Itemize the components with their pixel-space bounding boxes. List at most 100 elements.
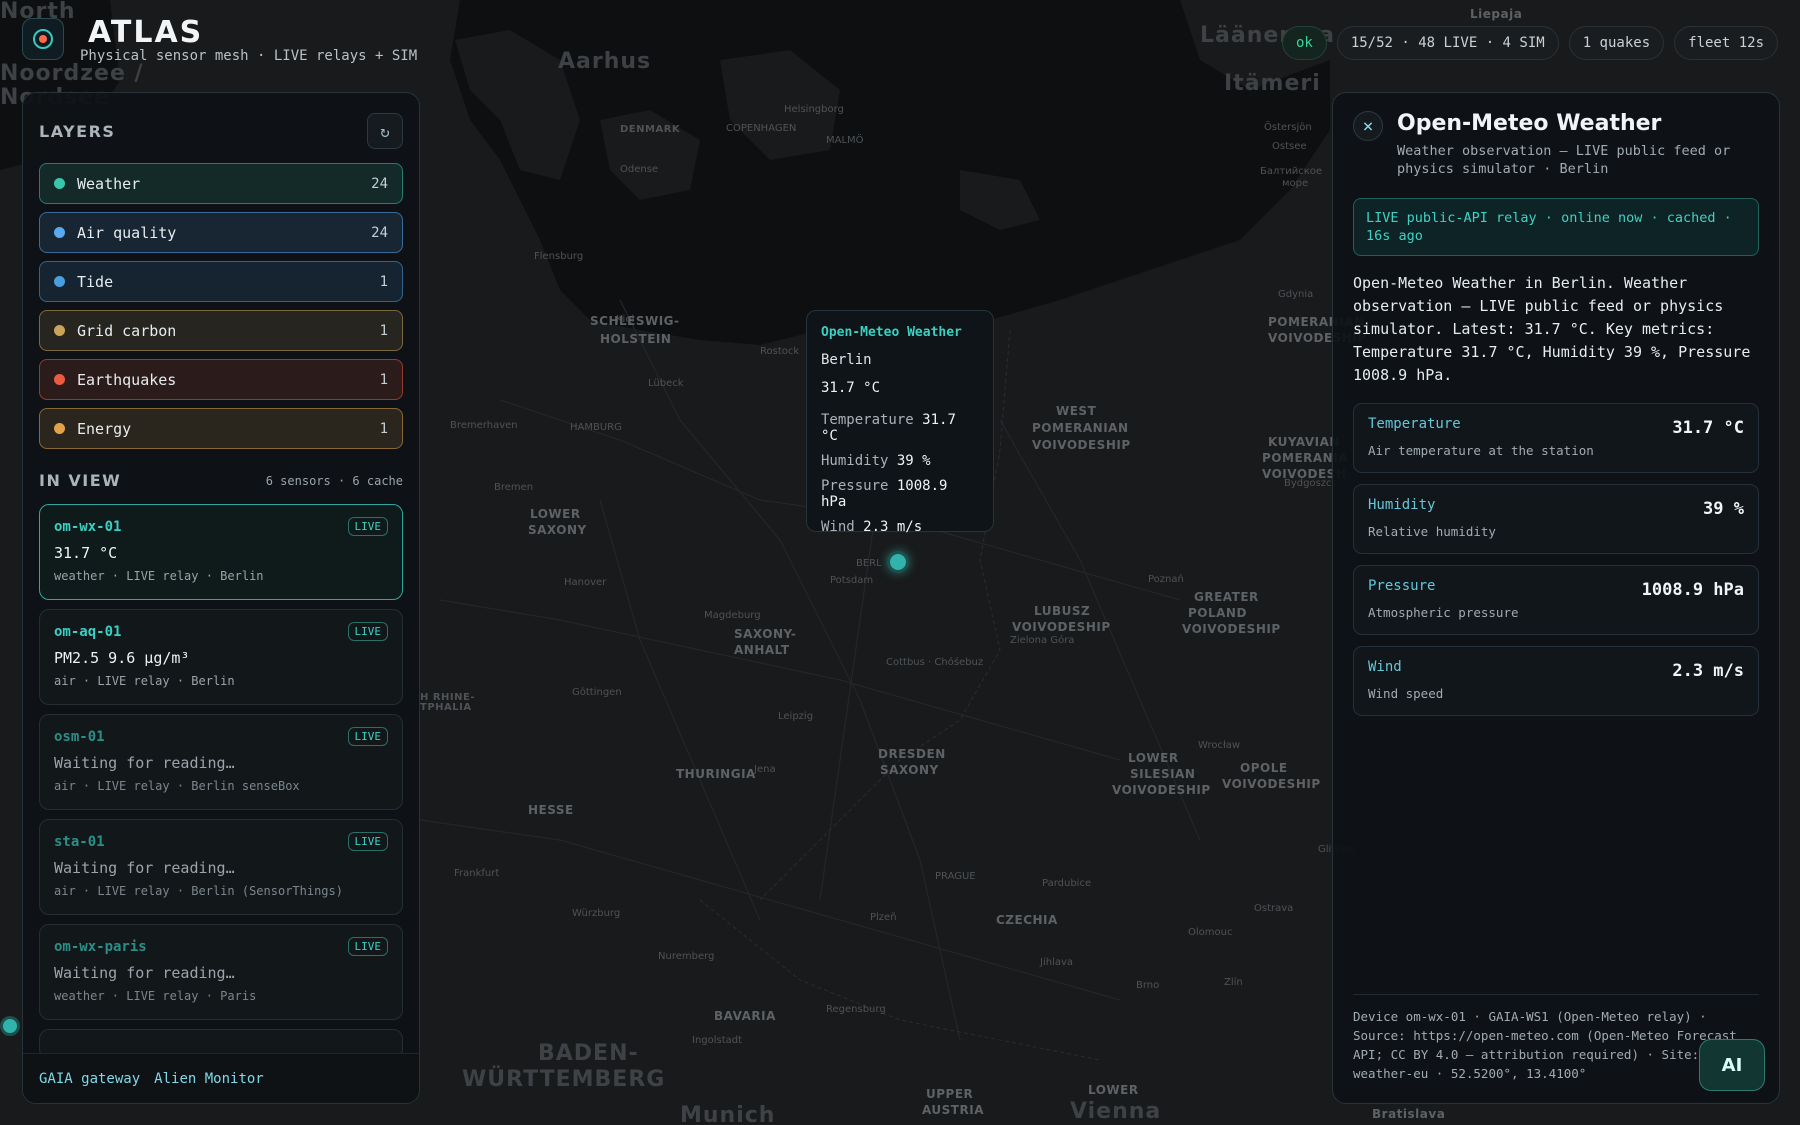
popup-row: Temperature 31.7 °C xyxy=(821,412,979,444)
in-view-meta: 6 sensors · 6 cache xyxy=(265,473,403,488)
status-ok-chip[interactable]: ok xyxy=(1281,26,1327,60)
fleet-chip[interactable]: fleet 12s xyxy=(1674,26,1778,60)
layer-toggle-weather[interactable]: Weather 24 xyxy=(39,163,403,204)
svg-text:KUYAVIAN: KUYAVIAN xyxy=(1268,435,1340,449)
svg-text:AUSTRIA: AUSTRIA xyxy=(922,1103,984,1117)
quakes-chip[interactable]: 1 quakes xyxy=(1568,26,1665,60)
layer-name: Earthquakes xyxy=(77,370,177,389)
svg-text:Plzeň: Plzeň xyxy=(870,911,897,923)
close-icon[interactable]: × xyxy=(1353,111,1383,141)
svg-text:TPHALIA: TPHALIA xyxy=(420,702,472,713)
svg-text:LOWER: LOWER xyxy=(1088,1083,1139,1097)
layer-toggle-energy[interactable]: Energy 1 xyxy=(39,408,403,449)
layer-toggle-grid-carbon[interactable]: Grid carbon 1 xyxy=(39,310,403,351)
sensor-reading: Waiting for reading… xyxy=(54,964,235,982)
app-subtitle: Physical sensor mesh · LIVE relays + SIM xyxy=(80,48,418,64)
svg-text:WÜRTTEMBERG: WÜRTTEMBERG xyxy=(462,1066,665,1092)
popup-row-label: Humidity xyxy=(821,453,889,469)
metric-value: 1008.9 hPa xyxy=(1641,580,1744,600)
svg-text:Noordzee /: Noordzee / xyxy=(0,61,144,86)
atlas-logo-icon[interactable] xyxy=(22,18,64,60)
sensor-card-osm-01[interactable]: osm-01 LIVE Waiting for reading… air · LIVE… xyxy=(39,714,403,810)
metric-description: Wind speed xyxy=(1368,686,1444,701)
svg-text:море: море xyxy=(1282,178,1308,189)
sensor-card-om-wx-paris[interactable]: om-wx-paris LIVE Waiting for reading… weath… xyxy=(39,924,403,1020)
svg-text:DENMARK: DENMARK xyxy=(620,124,681,135)
app-title: ATLAS xyxy=(88,15,204,50)
svg-text:Liepaja: Liepaja xyxy=(1470,7,1522,21)
layers-title: LAYERS xyxy=(39,121,116,141)
layer-color-dot xyxy=(54,423,65,434)
svg-text:Munich: Munich xyxy=(680,1103,775,1125)
svg-text:Bratislava: Bratislava xyxy=(1372,1107,1445,1121)
svg-text:VOIVODESHIP: VOIVODESHIP xyxy=(1222,777,1321,791)
svg-text:Odense: Odense xyxy=(620,164,658,175)
svg-text:HESSE: HESSE xyxy=(528,803,574,817)
layer-toggle-earthquakes[interactable]: Earthquakes 1 xyxy=(39,359,403,400)
metric-value: 2.3 m/s xyxy=(1672,661,1744,681)
layer-color-dot xyxy=(54,374,65,385)
svg-text:Ingolstadt: Ingolstadt xyxy=(692,1035,742,1046)
layer-color-dot xyxy=(54,178,65,189)
alien-monitor-link[interactable]: Alien Monitor xyxy=(154,1071,264,1087)
layer-count: 1 xyxy=(379,273,388,290)
svg-text:Helsingborg: Helsingborg xyxy=(784,104,844,115)
sensor-meta: air · LIVE relay · Berlin xyxy=(54,674,235,688)
layer-toggle-tide[interactable]: Tide 1 xyxy=(39,261,403,302)
sensor-card-om-wx-01[interactable]: om-wx-01 LIVE 31.7 °C weather · LIVE relay … xyxy=(39,504,403,600)
svg-text:LUBUSZ: LUBUSZ xyxy=(1034,604,1090,618)
svg-text:SAXONY-: SAXONY- xyxy=(734,627,796,641)
svg-text:CZECHIA: CZECHIA xyxy=(996,913,1058,927)
svg-text:Würzburg: Würzburg xyxy=(572,908,620,919)
metric-description: Air temperature at the station xyxy=(1368,443,1594,458)
layer-count: 1 xyxy=(379,420,388,437)
svg-text:Brno: Brno xyxy=(1136,980,1159,991)
sensor-reading: Waiting for reading… xyxy=(54,754,235,772)
svg-text:SILESIAN: SILESIAN xyxy=(1130,767,1195,781)
svg-text:Vienna: Vienna xyxy=(1070,1099,1161,1124)
svg-text:BERL: BERL xyxy=(856,558,882,569)
layer-color-dot xyxy=(54,325,65,336)
sensor-reading: Waiting for reading… xyxy=(54,859,235,877)
sensor-marker-om-wx-01[interactable] xyxy=(887,551,909,573)
sensor-card-list[interactable]: om-wx-01 LIVE 31.7 °C weather · LIVE relay … xyxy=(39,504,403,1059)
svg-text:Poznań: Poznań xyxy=(1148,573,1184,585)
svg-text:Nuremberg: Nuremberg xyxy=(658,951,714,962)
metric-description: Atmospheric pressure xyxy=(1368,605,1519,620)
svg-text:SAXONY: SAXONY xyxy=(528,523,587,537)
layer-toggle-air-quality[interactable]: Air quality 24 xyxy=(39,212,403,253)
refresh-icon[interactable]: ↻ xyxy=(367,113,403,149)
detail-description: Open-Meteo Weather in Berlin. Weather ob… xyxy=(1353,274,1751,384)
svg-text:Cottbus · Chóśebuz: Cottbus · Chóśebuz xyxy=(886,656,983,668)
layer-name: Energy xyxy=(77,419,132,438)
layer-color-dot xyxy=(54,227,65,238)
svg-text:Frankfurt: Frankfurt xyxy=(454,868,499,879)
svg-text:WEST: WEST xyxy=(1056,404,1097,418)
svg-text:Gdynia: Gdynia xyxy=(1278,289,1313,300)
gaia-gateway-link[interactable]: GAIA gateway xyxy=(39,1071,140,1087)
sensor-reading: 31.7 °C xyxy=(54,544,118,562)
svg-text:Bremerhaven: Bremerhaven xyxy=(450,420,518,431)
svg-text:HAMBURG: HAMBURG xyxy=(570,422,622,433)
svg-text:THURINGIA: THURINGIA xyxy=(676,767,756,781)
svg-text:POMERANIAN: POMERANIAN xyxy=(1032,421,1129,435)
metric-name: Humidity xyxy=(1368,497,1436,513)
sensor-id: om-aq-01 xyxy=(54,623,122,640)
svg-text:SAXONY: SAXONY xyxy=(880,763,939,777)
sensor-card-om-aq-01[interactable]: om-aq-01 LIVE PM2.5 9.6 µg/m³ air · LIVE re… xyxy=(39,609,403,705)
svg-text:Jena: Jena xyxy=(753,764,776,775)
svg-text:Olomouc: Olomouc xyxy=(1188,927,1232,938)
ai-assistant-button[interactable]: AI xyxy=(1699,1039,1765,1091)
svg-text:LOWER: LOWER xyxy=(1128,751,1179,765)
popup-city: Berlin xyxy=(821,352,872,368)
svg-text:DRESDEN: DRESDEN xyxy=(878,747,946,761)
svg-text:Zlín: Zlín xyxy=(1224,976,1243,988)
sensor-marker-edge[interactable] xyxy=(0,1016,20,1036)
sensor-count-chip[interactable]: 15/52 · 48 LIVE · 4 SIM xyxy=(1336,26,1559,60)
svg-text:Ostrava: Ostrava xyxy=(1254,903,1293,914)
svg-text:Pardubice: Pardubice xyxy=(1042,878,1091,889)
metric-value: 39 % xyxy=(1703,499,1744,519)
popup-row-label: Temperature xyxy=(821,412,914,428)
svg-text:VOIVODESHIP: VOIVODESHIP xyxy=(1012,620,1111,634)
sensor-card-sta-01[interactable]: sta-01 LIVE Waiting for reading… air · LIVE… xyxy=(39,819,403,915)
